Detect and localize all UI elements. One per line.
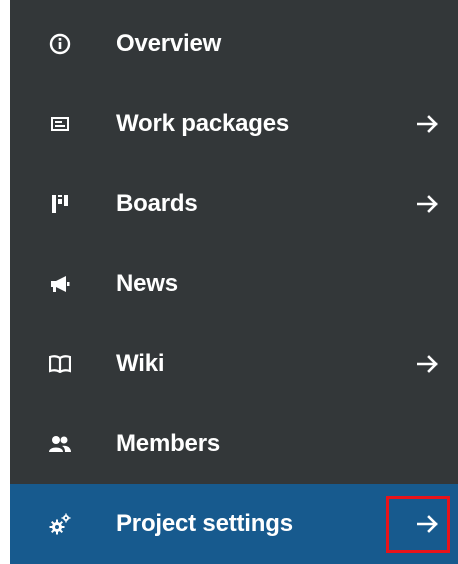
members-icon (48, 432, 72, 456)
wiki-book-icon (48, 352, 72, 376)
menu-item-label: Work packages (116, 110, 290, 137)
highlight-annotation-box (386, 496, 450, 553)
boards-icon (48, 192, 72, 216)
menu-item-label: Overview (116, 30, 222, 57)
menu-item-label: News (116, 270, 178, 297)
boards-arrow-icon[interactable] (408, 184, 448, 224)
project-sidebar-menu: Overview Work packages Boards News Wiki … (10, 0, 458, 564)
menu-item-wiki[interactable]: Wiki (10, 324, 458, 404)
menu-item-label: Members (116, 430, 220, 457)
menu-item-work-packages[interactable]: Work packages (10, 84, 458, 164)
menu-item-members[interactable]: Members (10, 404, 458, 484)
work-packages-arrow-icon[interactable] (408, 104, 448, 144)
menu-item-label: Project settings (116, 510, 293, 537)
menu-item-overview[interactable]: Overview (10, 4, 458, 84)
settings-gears-icon (48, 512, 72, 536)
menu-item-label: Wiki (116, 350, 165, 377)
info-circle-icon (48, 32, 72, 56)
menu-item-label: Boards (116, 190, 198, 217)
wiki-arrow-icon[interactable] (408, 344, 448, 384)
menu-item-boards[interactable]: Boards (10, 164, 458, 244)
work-packages-icon (48, 112, 72, 136)
news-megaphone-icon (48, 272, 72, 296)
menu-item-news[interactable]: News (10, 244, 458, 324)
